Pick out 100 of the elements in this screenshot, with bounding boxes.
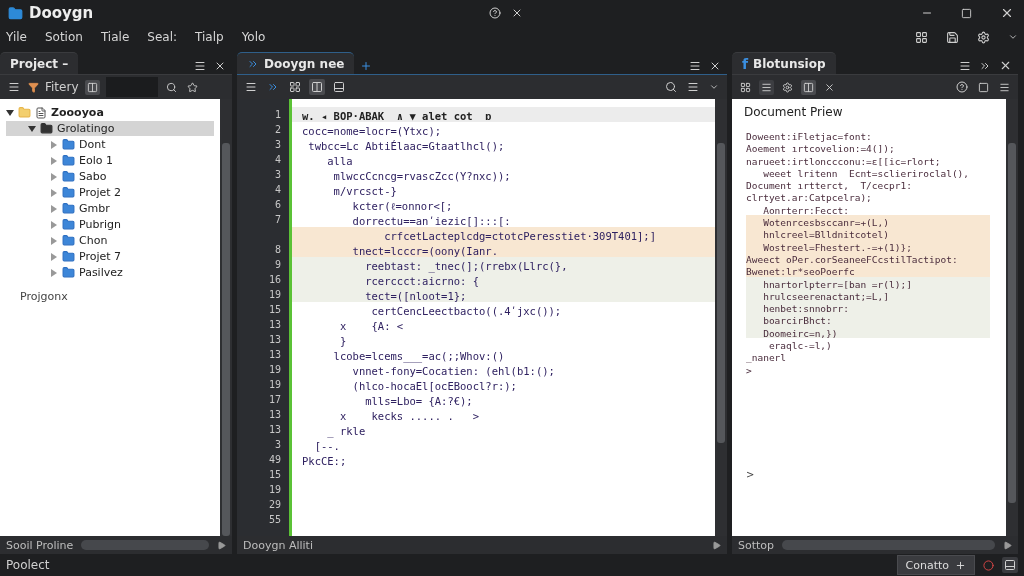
filter-label: Fitery bbox=[45, 80, 79, 94]
tree-item-label[interactable]: Grolatingo bbox=[57, 122, 115, 135]
code-text: tnect=lcccr=(oony(Ianr. bbox=[351, 245, 498, 257]
preview-text: Bwenet:lr*seoPoerfc bbox=[746, 266, 855, 278]
collapsed-arrow-icon[interactable] bbox=[50, 252, 58, 261]
app-logo-icon bbox=[8, 5, 23, 21]
line-number: 55 bbox=[267, 513, 282, 527]
code-text: x kecks ..... . > bbox=[338, 410, 479, 422]
menu-item[interactable]: Tiale bbox=[98, 30, 132, 44]
line-number: 16 bbox=[267, 273, 282, 287]
selected-tree-row[interactable]: Grolatingo bbox=[6, 121, 214, 136]
status-label: Poolect bbox=[6, 558, 50, 572]
panel-status-label: Sooil Proline bbox=[6, 538, 74, 552]
menu-item[interactable]: Tialp bbox=[193, 30, 226, 44]
expanded-arrow-icon[interactable] bbox=[28, 124, 36, 133]
preview-text: Aonrterr:Fecct: bbox=[762, 204, 849, 216]
star-icon[interactable] bbox=[184, 79, 200, 95]
code-text: (hlco-hocaEl[ocEBoocl?r:); bbox=[351, 380, 517, 392]
preview-text: eraqlc-=l,) bbox=[767, 340, 832, 352]
menu-item[interactable]: Yile bbox=[4, 30, 29, 44]
collapsed-arrow-icon[interactable] bbox=[50, 140, 58, 149]
line-number: 3 bbox=[273, 138, 282, 152]
menu-item[interactable]: Sotion bbox=[42, 30, 85, 44]
collapsed-arrow-icon[interactable] bbox=[50, 220, 58, 229]
menu-item[interactable]: Seal: bbox=[145, 30, 179, 44]
preview-text: Document ırtterct, T/cecpr1: bbox=[746, 180, 912, 192]
expanded-arrow-icon[interactable] bbox=[6, 108, 14, 117]
folder-icon bbox=[62, 186, 75, 199]
tree-item-label[interactable]: Eolo 1 bbox=[79, 154, 113, 167]
editor-tab[interactable]: Dooygn nee bbox=[237, 52, 355, 74]
code-text: PkcCE:; bbox=[302, 455, 347, 467]
horizontal-scrollbar[interactable] bbox=[81, 540, 209, 550]
line-number: 13 bbox=[267, 333, 282, 347]
scrollbar[interactable] bbox=[220, 99, 232, 536]
code-text: rcerccct:aicrno: { bbox=[364, 275, 479, 287]
columns-icon[interactable] bbox=[801, 79, 816, 95]
list-icon[interactable] bbox=[759, 79, 774, 95]
preview-text: clrtyet.ar:Catpcelra); bbox=[746, 192, 872, 204]
help-icon[interactable] bbox=[954, 79, 970, 95]
collapsed-arrow-icon[interactable] bbox=[50, 204, 58, 213]
project-tab[interactable]: Project – bbox=[0, 52, 79, 74]
line-number: 7 bbox=[273, 213, 282, 227]
tree-item-label[interactable]: Projet 2 bbox=[79, 186, 122, 199]
code-text: vnnet-fony=Cocatien: (ehl(b1:(); bbox=[351, 365, 555, 377]
settings-icon[interactable] bbox=[780, 79, 795, 95]
tree-item-label[interactable]: Dont bbox=[79, 138, 106, 151]
record-icon[interactable] bbox=[981, 557, 996, 573]
preview-text: boarcirBhct: bbox=[762, 315, 832, 327]
code-text: _ rkle bbox=[326, 425, 366, 437]
list-icon bbox=[35, 106, 47, 119]
code-text: lcobe=lcems___=ac(;;Whov:() bbox=[332, 350, 505, 362]
code-text: [--. bbox=[313, 440, 340, 452]
collapsed-arrow-icon[interactable] bbox=[50, 268, 58, 277]
console-button[interactable]: Conatto bbox=[896, 555, 975, 575]
folder-icon bbox=[62, 234, 75, 247]
layout-icon[interactable] bbox=[1002, 557, 1018, 573]
folder-icon bbox=[62, 250, 75, 263]
line-number: 8 bbox=[273, 243, 282, 257]
line-number: 4 bbox=[273, 183, 282, 197]
settings-icon[interactable] bbox=[975, 28, 992, 46]
preview-tab[interactable]: f Blotunsiop bbox=[732, 52, 836, 74]
preview-text: Doweent:iFletjac=font: bbox=[746, 131, 872, 142]
menu-item[interactable]: Yolo bbox=[239, 30, 268, 44]
filter-icon[interactable] bbox=[28, 81, 39, 93]
columns-icon[interactable] bbox=[84, 79, 100, 95]
tree-item-label[interactable]: Chon bbox=[79, 234, 108, 247]
panel-status-label: Sottop bbox=[738, 538, 775, 552]
tree-item-label[interactable]: Projet 7 bbox=[79, 250, 122, 263]
help-icon[interactable] bbox=[487, 5, 504, 21]
scroll-right-icon[interactable] bbox=[712, 540, 721, 550]
tree-item-label[interactable]: Sabo bbox=[79, 170, 107, 183]
collapsed-arrow-icon[interactable] bbox=[50, 172, 58, 181]
scroll-right-icon[interactable] bbox=[217, 540, 226, 550]
code-text: x {A: < bbox=[338, 320, 404, 332]
preview-text: Wotenrcesbsccanr=+(L,) bbox=[762, 217, 889, 229]
line-number: 13 bbox=[267, 423, 282, 437]
code-text: dorrectu==anʹiezic[]:::[: bbox=[351, 215, 511, 227]
tree-item-label[interactable]: Pasilvez bbox=[79, 266, 123, 279]
code-text: certCencLeectbacto((.4ʹjxc()); bbox=[370, 305, 562, 317]
search-icon[interactable] bbox=[663, 79, 679, 95]
preview-text: Wostreel=Fhestert.-=+(1)}; bbox=[762, 241, 912, 253]
maximize-icon[interactable] bbox=[961, 7, 972, 19]
code-text: kcter(ℓ=onnor<[; bbox=[351, 200, 453, 212]
preview-text: hnartorlpterr=[ban =r(l);] bbox=[762, 278, 912, 290]
folder-icon bbox=[62, 218, 75, 231]
code-text: alla bbox=[326, 155, 353, 167]
code-text: m/vrcsct-} bbox=[332, 185, 397, 197]
collapsed-arrow-icon[interactable] bbox=[50, 236, 58, 245]
preview-text: Aoement ırtcovelion:=4(]); bbox=[746, 143, 895, 155]
horizontal-scrollbar[interactable] bbox=[782, 540, 995, 550]
collapsed-arrow-icon[interactable] bbox=[50, 188, 58, 197]
tree-item-label[interactable]: Zoooyoa bbox=[51, 106, 104, 119]
line-number: 19 bbox=[267, 378, 282, 392]
panel-icon[interactable] bbox=[331, 79, 347, 95]
tree-item-label[interactable]: Gmbr bbox=[79, 202, 110, 215]
collapsed-arrow-icon[interactable] bbox=[50, 156, 58, 165]
scroll-right-icon[interactable] bbox=[1003, 540, 1012, 550]
tree-item-label[interactable]: Pubrign bbox=[79, 218, 121, 231]
plus-icon bbox=[955, 559, 966, 571]
close-icon[interactable] bbox=[1000, 6, 1014, 20]
